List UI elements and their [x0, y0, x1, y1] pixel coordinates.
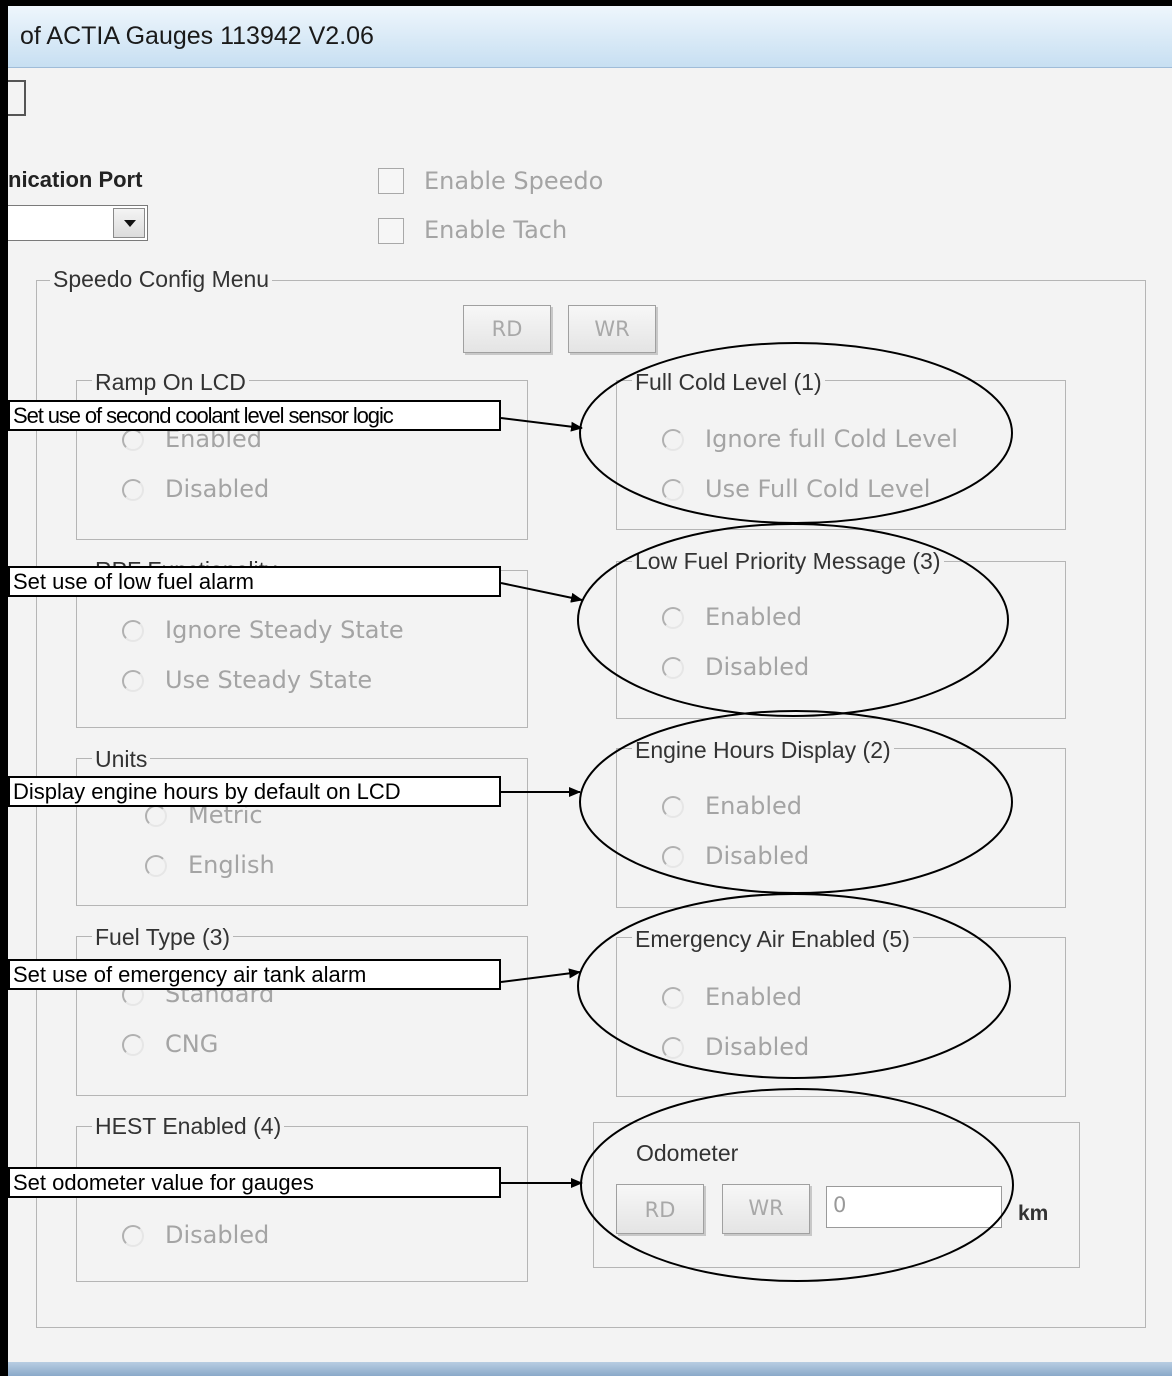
annotation-overlay [500, 342, 1014, 1282]
highlight-ellipse-engine-hours [579, 710, 1013, 894]
highlight-ellipse-full-cold [579, 342, 1013, 524]
arrow-emergency-air [500, 968, 581, 983]
highlight-ellipse-odometer [580, 1088, 1014, 1282]
highlight-ellipse-emergency-air [577, 893, 1011, 1079]
highlight-ellipse-low-fuel [577, 523, 1009, 717]
arrow-low-fuel [500, 582, 583, 603]
arrow-coolant [500, 417, 583, 432]
